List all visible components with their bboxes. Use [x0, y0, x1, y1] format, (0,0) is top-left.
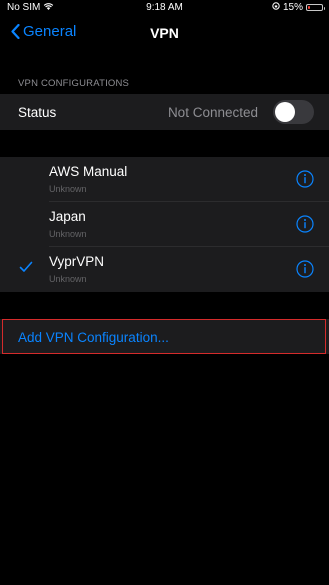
vpn-status-subtitle: Unknown [49, 184, 87, 194]
battery-percent: 15% [282, 2, 303, 13]
settings-content: VPN CONFIGURATIONS Status Not Connected … [0, 51, 329, 585]
list-item[interactable]: VyprVPN Unknown [0, 247, 329, 292]
status-label: Status [18, 105, 57, 120]
toggle-knob [275, 102, 295, 122]
status-value: Not Connected [167, 105, 258, 120]
vpn-name: AWS Manual [49, 164, 128, 179]
info-icon[interactable] [296, 215, 314, 238]
rotation-lock-icon [272, 2, 280, 13]
add-vpn-configuration-row[interactable]: Add VPN Configuration... [0, 319, 329, 354]
vpn-status-subtitle: Unknown [49, 229, 87, 239]
info-icon[interactable] [296, 170, 314, 193]
status-bar: No SIM 9:18 AM 15% [0, 0, 329, 15]
list-item[interactable]: Japan Unknown [0, 202, 329, 247]
vpn-configuration-list: AWS Manual Unknown Japan Unknown VyprVPN… [0, 157, 329, 292]
highlight-box [2, 319, 326, 354]
battery-icon [306, 4, 325, 11]
vpn-status-subtitle: Unknown [49, 274, 87, 284]
status-bar-right: 15% [272, 2, 325, 13]
vpn-name: Japan [49, 209, 86, 224]
vpn-status-row: Status Not Connected [0, 94, 329, 130]
info-icon[interactable] [296, 260, 314, 283]
navigation-bar: General VPN [0, 15, 329, 51]
section-header: VPN CONFIGURATIONS [18, 78, 130, 89]
vpn-toggle[interactable] [273, 100, 314, 124]
vpn-name: VyprVPN [49, 254, 105, 269]
page-title: VPN [150, 25, 179, 41]
checkmark-icon [19, 260, 33, 278]
list-item[interactable]: AWS Manual Unknown [0, 157, 329, 202]
